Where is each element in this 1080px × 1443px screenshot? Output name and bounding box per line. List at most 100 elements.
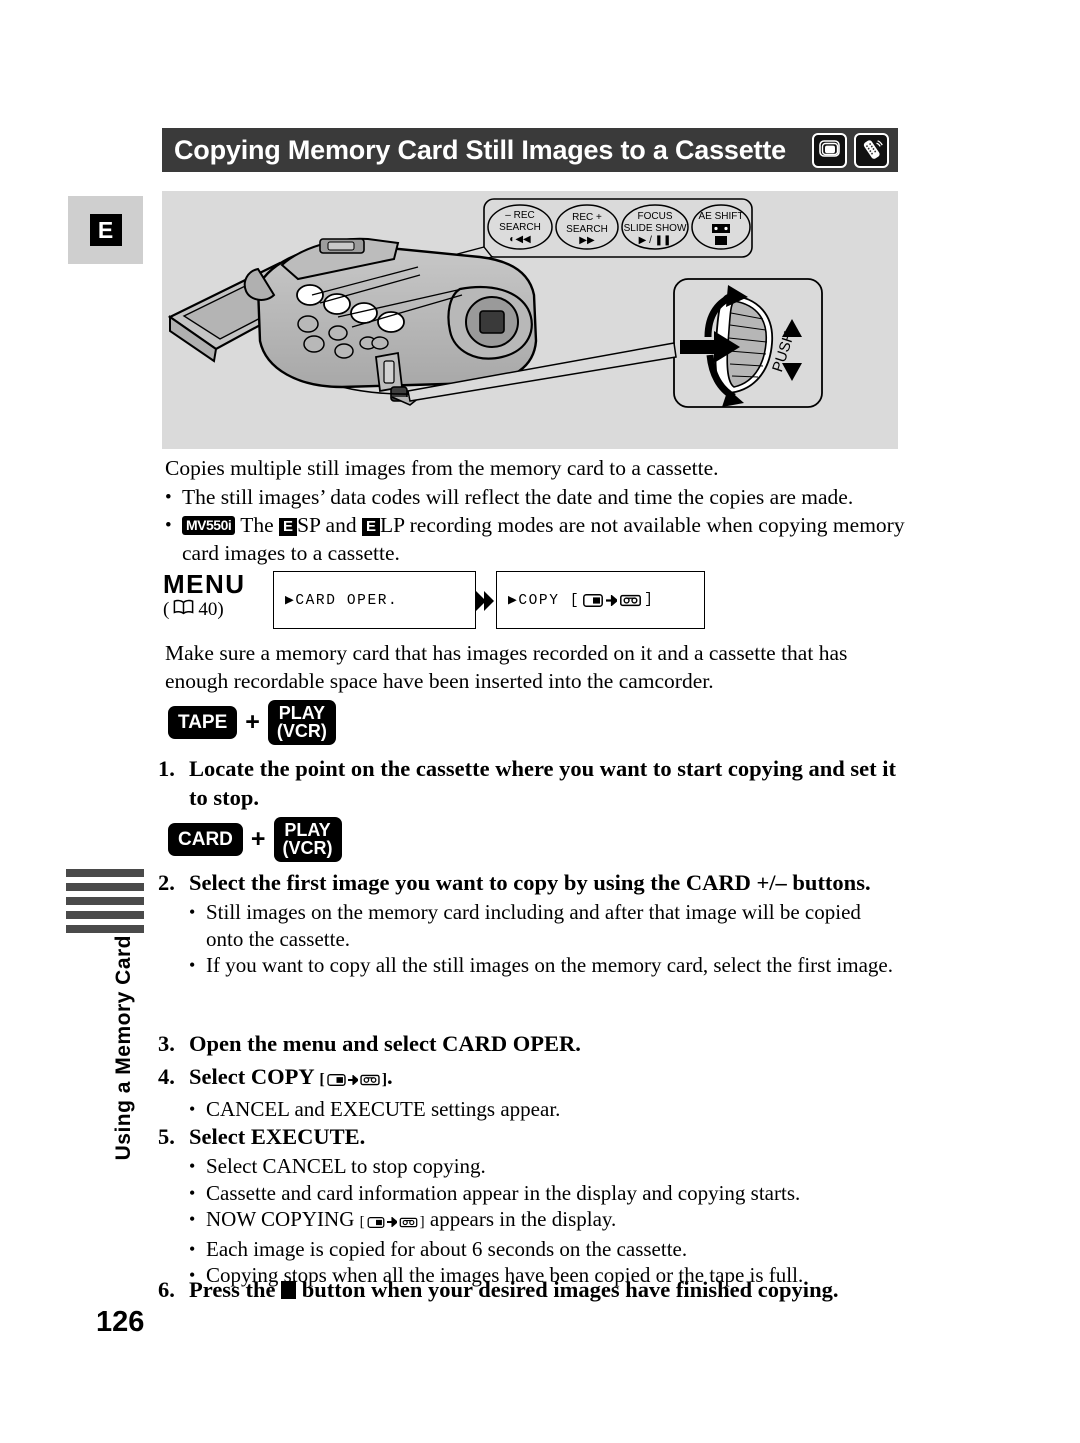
chapter-tab-bars [66,869,144,939]
step-2-heading: Select the first image you want to copy … [189,870,871,895]
play-vcr-line1: PLAY [284,820,331,840]
step-6-heading-a: Press the [189,1277,276,1302]
list-item: • Still images on the memory card includ… [189,899,898,952]
intro-bullet-2: • MV550i The E SP and E LP recording modes… [165,512,905,567]
play-vcr-button[interactable]: PLAY (VCR) [267,700,336,745]
recording-mode-e-icon-sp: E [279,518,298,536]
still-image-card-icon [812,132,847,168]
step-1-heading: Locate the point on the cassette where y… [189,756,897,810]
step-6-number: 6. [158,1277,175,1302]
step-4-heading-prefix: Select COPY [189,1064,314,1089]
title-icon-group [812,132,889,168]
step-5-sub-1: Select CANCEL to stop copying. [206,1154,486,1178]
list-item: • Each image is copied for about 6 secon… [189,1236,803,1263]
step-2-number: 2. [158,870,175,895]
step-5-sub-4: Each image is copied for about 6 seconds… [206,1236,688,1261]
intro-text: Copies multiple still images from the me… [165,455,905,567]
bullet-icon: • [189,902,196,922]
card-button[interactable]: CARD [168,822,243,857]
plus-separator: + [250,824,266,853]
intro-bullet-2-text: MV550i The E SP and E LP recording modes a… [182,512,905,567]
intro-bullet-2-text-b: SP and [297,513,357,537]
svg-text:AE SHIFT: AE SHIFT [698,211,743,222]
menu-ref-open: ( [163,599,170,620]
step-3: 3. Open the menu and select CARD OPER. [158,1029,898,1058]
step-2: 2. Select the first image you want to co… [158,868,898,979]
step-1: 1. Locate the point on the cassette wher… [158,754,898,812]
list-item: • CANCEL and EXECUTE settings appear. [189,1096,560,1123]
page-title: Copying Memory Card Still Images to a Ca… [174,134,786,165]
step-2-sublist: • Still images on the memory card includ… [189,899,898,979]
step-5-sublist: • Select CANCEL to stop copying. • Casse… [189,1153,803,1289]
bullet-icon: • [189,1156,196,1176]
recording-mode-e-icon-lp: E [361,518,380,536]
manual-page: Copying Memory Card Still Images to a Ca… [0,0,1080,1443]
step-4-heading-suffix: . [387,1064,393,1089]
svg-text:SEARCH: SEARCH [566,224,608,235]
intro-bullet-2-text-a: The [240,513,274,537]
menu-label-group: MENU ( 40) [163,570,246,622]
step-6-heading: Press the button when your desired image… [189,1275,898,1304]
bullet-icon: • [189,1209,196,1229]
stop-button-icon [281,1281,297,1299]
play-vcr-line2: (VCR) [276,721,327,742]
chapter-tab-bar [66,883,144,891]
intro-bullet-1: • The still images’ data codes will refl… [165,484,905,512]
list-item: • If you want to copy all the still imag… [189,952,898,979]
svg-text:REC +: REC + [572,212,602,223]
book-icon [173,598,194,622]
list-item: • Select CANCEL to stop copying. [189,1153,803,1180]
step-4-number: 4. [158,1064,175,1089]
menu-ref-page: 40) [198,599,224,620]
step-5-sub-3-b: appears in the display. [429,1207,617,1231]
step-5: 5. Select EXECUTE. • Select CANCEL to st… [158,1122,898,1289]
step-4: 4. Select COPY [] . • CANCEL and EXECUT… [158,1062,898,1123]
menu-page-reference: ( 40) [163,598,246,622]
precondition-text: Make sure a memory card that has images … [165,641,848,693]
bullet-icon: • [165,515,172,536]
intro-lead: Copies multiple still images from the me… [165,456,719,480]
bullet-icon: • [165,486,172,508]
svg-text:▶ / ❚❚: ▶ / ❚❚ [639,235,672,246]
step-4-sub-1: CANCEL and EXECUTE settings appear. [206,1097,561,1121]
bullet-icon: • [189,955,196,975]
svg-text:▶▶: ▶▶ [579,235,595,246]
step-5-heading: Select EXECUTE. [189,1124,366,1149]
menu-screen-copy: ▶COPY [ ] [496,571,705,629]
play-vcr-line2: (VCR) [282,838,333,859]
page-title-bar: Copying Memory Card Still Images to a Ca… [162,128,898,172]
step-6: 6. Press the button when your desired im… [158,1275,898,1304]
menu-screen-card-oper: ▶CARD OPER. [273,571,476,629]
list-item: • Cassette and card information appear i… [189,1180,803,1207]
step-1-number: 1. [158,756,175,781]
key-combo-card-play: CARD + PLAY (VCR) [168,817,342,862]
svg-text:FOCUS: FOCUS [638,211,673,222]
play-vcr-button[interactable]: PLAY (VCR) [273,817,342,862]
step-4-sublist: • CANCEL and EXECUTE settings appear. [189,1096,560,1123]
svg-text:SEARCH: SEARCH [499,222,541,233]
chapter-tab-bar [66,869,144,877]
step-2-sub-1: Still images on the memory card includin… [206,900,861,951]
chapter-tab-bar [66,911,144,919]
intro-bullet-1-text: The still images’ data codes will reflec… [182,484,854,509]
step-2-sub-2: If you want to copy all the still images… [206,953,893,977]
card-to-tape-icon [583,593,642,607]
chapter-tab-bar [66,897,144,905]
bullet-icon: • [189,1182,196,1203]
page-number: 126 [96,1306,145,1338]
menu-label: MENU [163,569,246,599]
step-3-number: 3. [158,1031,175,1056]
tape-button[interactable]: TAPE [168,705,238,740]
key-combo-tape-play: TAPE + PLAY (VCR) [168,700,336,745]
chapter-title: Using a Memory Card [112,935,135,1161]
plus-separator: + [245,707,260,736]
chapter-tab-bar [66,925,144,933]
remote-control-icon [854,132,889,168]
list-item: • NOW COPYING [] appears in the display… [189,1206,803,1236]
menu-navigation-row: MENU ( 40) ▶CARD OPER. ▶COPY [] [163,570,903,632]
camcorder-illustration: – REC SEARCH ◐◀◀ REC + SEARCH ▶▶ FOCUS S… [162,191,898,449]
card-to-tape-icon: [ ] [319,1071,388,1088]
bullet-icon: • [189,1099,196,1119]
step-5-sub-3: NOW COPYING [] appears in the display. [206,1206,803,1236]
step-5-sub-2: Cassette and card information appear in … [206,1180,801,1205]
